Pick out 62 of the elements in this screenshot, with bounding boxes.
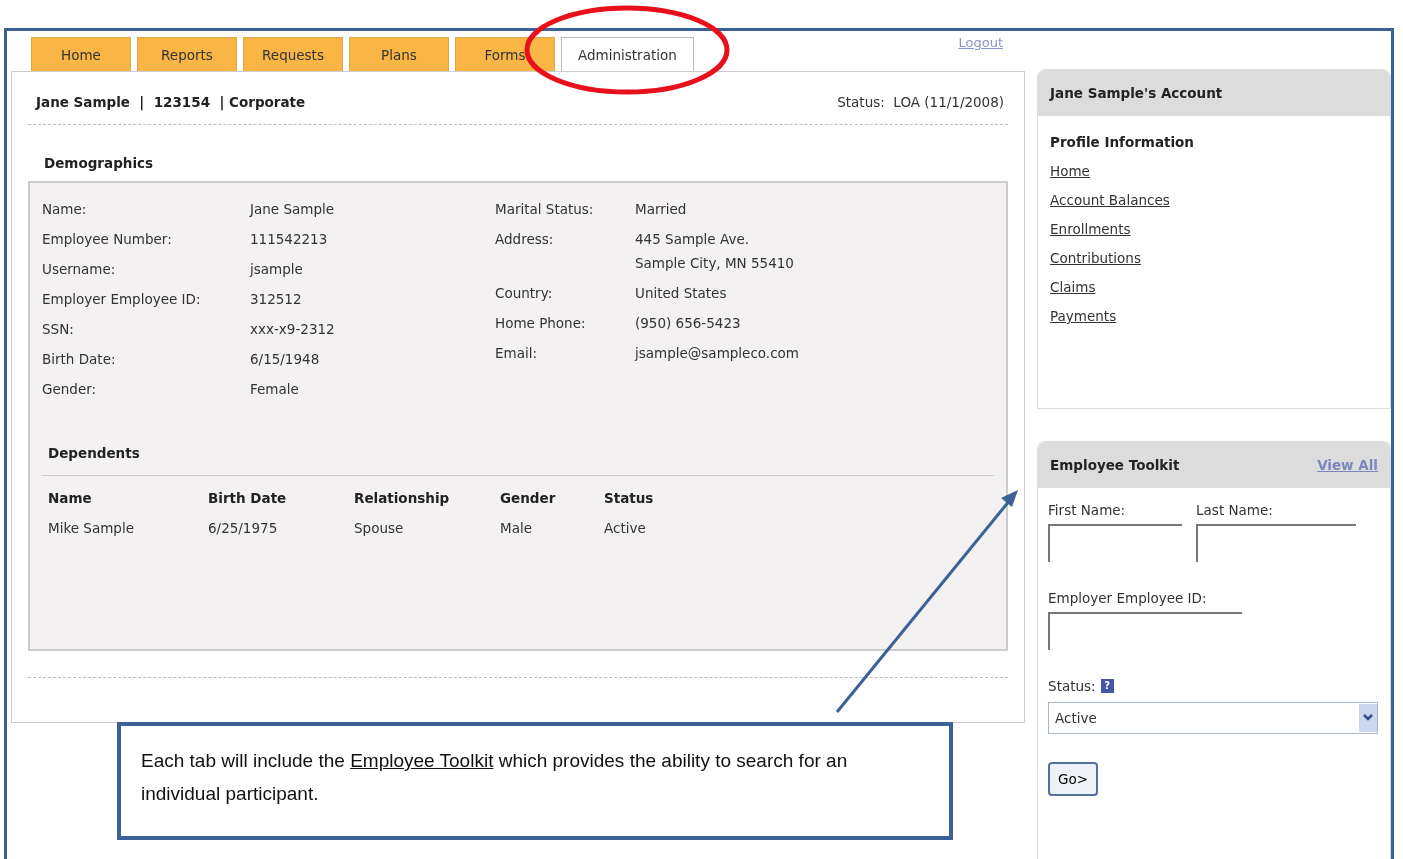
- column-header: Gender: [499, 490, 557, 508]
- field-value: Jane Sample: [250, 201, 336, 217]
- field-label: Username:: [42, 261, 117, 277]
- field-value: United States: [635, 285, 728, 301]
- status-dropdown[interactable]: Active: [1048, 702, 1379, 734]
- table-cell-text: Mike Sample: [47, 520, 135, 536]
- field-value: jsample: [250, 261, 304, 277]
- profile-link[interactable]: Contributions: [1050, 250, 1141, 266]
- profile-link[interactable]: Enrollments: [1050, 221, 1131, 237]
- profile-link[interactable]: Payments: [1050, 308, 1117, 324]
- card-title: Jane Sample's Account: [1050, 85, 1223, 101]
- field-label: Employer Employee ID:: [1048, 590, 1208, 606]
- field-value: 445 Sample Ave.: [635, 231, 750, 247]
- help-icon[interactable]: ?: [1100, 679, 1114, 693]
- field-label: Employer Employee ID:: [42, 291, 202, 307]
- profile-link[interactable]: Claims: [1050, 279, 1096, 295]
- field-value: 312512: [250, 291, 303, 307]
- column-header: Relationship: [353, 490, 451, 508]
- column-header: Birth Date: [207, 490, 288, 508]
- table-cell-text: Active: [603, 520, 647, 536]
- field-label: Marital Status:: [495, 201, 595, 217]
- field-label: SSN:: [42, 321, 75, 337]
- field-value: xxx-x9-2312: [250, 321, 336, 337]
- employee-identity: Jane Sample | 123154 | Corporate: [36, 94, 306, 110]
- tab[interactable]: Home: [31, 37, 131, 71]
- tab[interactable]: Reports: [137, 37, 237, 71]
- field-label: Name:: [42, 201, 88, 217]
- field-label: Gender:: [42, 381, 98, 397]
- table-cell-text: Male: [499, 520, 533, 536]
- field-value: jsample@sampleco.com: [635, 345, 800, 361]
- field-label: Home Phone:: [495, 315, 587, 331]
- tab[interactable]: Plans: [349, 37, 449, 71]
- section-heading: Profile Information: [1050, 134, 1194, 150]
- field-value: 111542213: [250, 231, 329, 247]
- field-label: First Name:: [1048, 502, 1127, 518]
- column-header: Status: [603, 490, 655, 508]
- field-value: Married: [635, 201, 688, 217]
- field-value: Female: [250, 381, 300, 397]
- table-cell-text: 6/25/1975: [207, 520, 279, 536]
- employee-status: Status: LOA (11/1/2008): [837, 94, 1005, 110]
- tab[interactable]: Administration: [561, 37, 694, 71]
- tab[interactable]: Forms: [455, 37, 555, 71]
- field-label: Address:: [495, 231, 555, 249]
- profile-link[interactable]: Account Balances: [1050, 192, 1170, 208]
- field-value: Sample City, MN 55410: [635, 255, 795, 271]
- field-label: Last Name:: [1196, 502, 1274, 518]
- field-value: 6/15/1948: [250, 351, 321, 367]
- field-label: Status:: [1048, 678, 1096, 694]
- tab[interactable]: Requests: [243, 37, 343, 71]
- field-label: Birth Date:: [42, 351, 117, 367]
- profile-link[interactable]: Home: [1050, 163, 1090, 179]
- card-title: Employee Toolkit: [1050, 457, 1180, 473]
- section-heading: Dependents: [42, 397, 995, 476]
- section-heading: Demographics: [43, 154, 155, 173]
- column-header: Name: [47, 490, 93, 508]
- field-value: (950) 656-5423: [635, 315, 742, 331]
- field-label: Country:: [495, 285, 554, 301]
- table-cell-text: Spouse: [353, 520, 405, 536]
- field-label: Email:: [495, 345, 538, 361]
- field-label: Employee Number:: [42, 231, 173, 247]
- callout-text: Each tab will include the Employee Toolkit which provides the ability to search for an individual participant.: [141, 749, 849, 806]
- go-button[interactable]: Go>: [1048, 762, 1099, 796]
